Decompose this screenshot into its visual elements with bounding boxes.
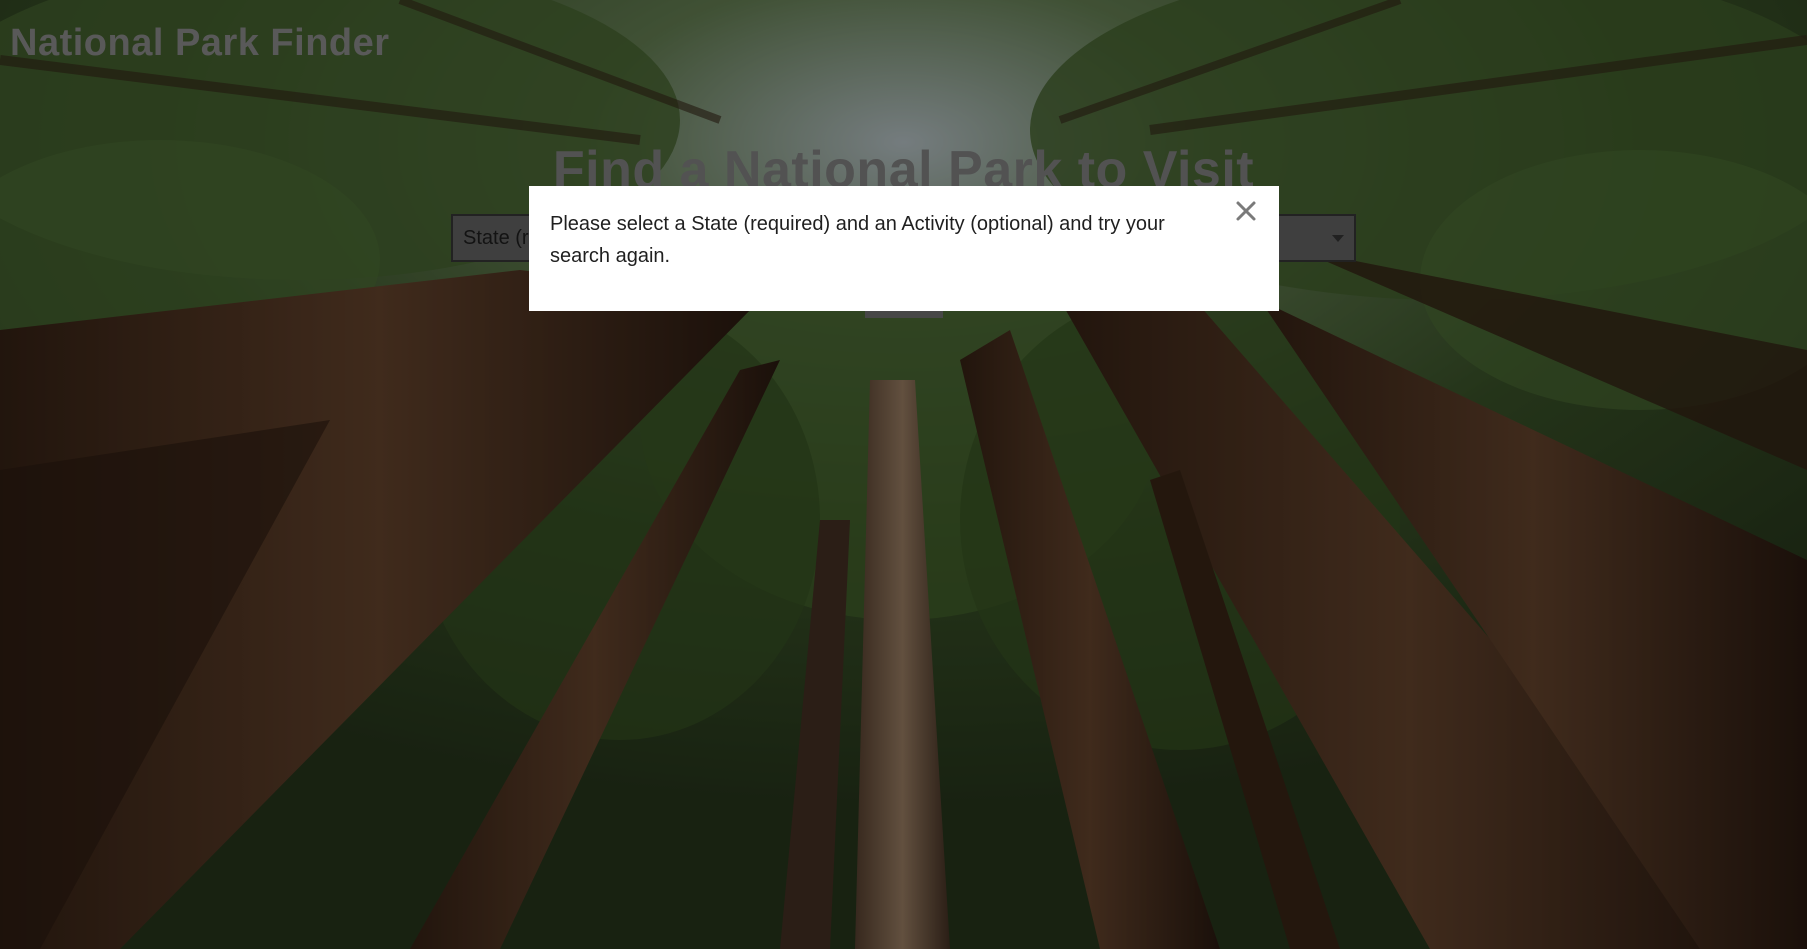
- modal-message: Please select a State (required) and an …: [550, 213, 1165, 267]
- close-icon[interactable]: [1233, 198, 1259, 224]
- page: National Park Finder Find a National Par…: [0, 0, 1807, 949]
- modal-backdrop[interactable]: [0, 0, 1807, 949]
- alert-modal: Please select a State (required) and an …: [529, 186, 1279, 311]
